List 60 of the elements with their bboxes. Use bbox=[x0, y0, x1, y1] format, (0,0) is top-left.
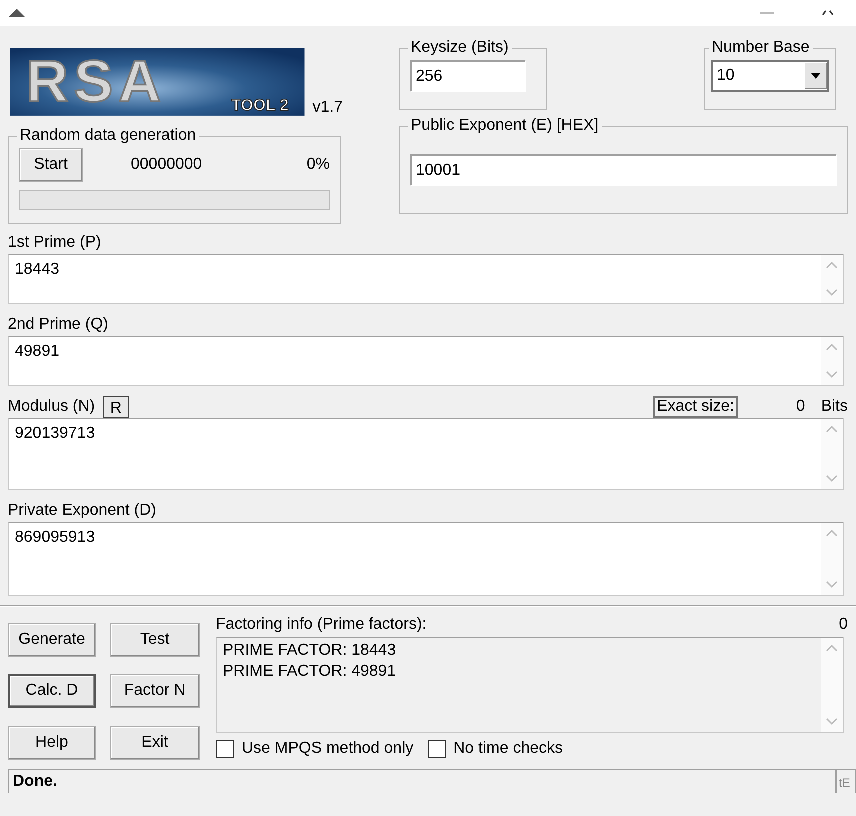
counter-text: 00000000 bbox=[131, 155, 202, 175]
memo-line: PRIME FACTOR: 49891 bbox=[223, 662, 398, 682]
action-button[interactable]: Generate bbox=[8, 623, 96, 657]
memo-line: 18443 bbox=[15, 260, 60, 280]
scroll-up-icon[interactable] bbox=[826, 261, 838, 269]
scroll-down-icon[interactable] bbox=[826, 581, 838, 589]
status-text: Done. bbox=[8, 769, 836, 793]
group-label: Random data generation bbox=[19, 128, 198, 144]
text-area[interactable]: 869095913 bbox=[8, 522, 844, 596]
group-label: Public Exponent (E) [HEX] bbox=[410, 118, 600, 134]
dropdown-value: 10 bbox=[716, 66, 736, 86]
action-button[interactable]: Factor N bbox=[110, 674, 200, 708]
exact-size-value: 0 bbox=[796, 397, 806, 417]
scroll-up-icon[interactable] bbox=[826, 343, 838, 351]
start-button[interactable]: Start bbox=[19, 148, 83, 182]
percent-text: 0% bbox=[306, 155, 330, 175]
action-button[interactable]: Exit bbox=[110, 726, 200, 760]
field-label: 1st Prime (P) bbox=[8, 233, 102, 253]
text-area[interactable]: 920139713 bbox=[8, 418, 844, 490]
app-icon bbox=[8, 8, 26, 18]
minimize-icon[interactable] bbox=[760, 11, 774, 15]
number-base-dropdown[interactable]: 10 bbox=[711, 60, 829, 92]
checkbox-label: No time checks bbox=[454, 739, 563, 759]
factoring-label: Factoring info (Prime factors): bbox=[216, 615, 427, 635]
group-label: Number Base bbox=[711, 40, 811, 56]
text-area[interactable]: 18443 bbox=[8, 254, 844, 304]
memo-line: 869095913 bbox=[15, 528, 96, 548]
checkbox[interactable] bbox=[428, 740, 446, 758]
r-button[interactable]: R bbox=[103, 396, 130, 418]
memo-line: 920139713 bbox=[15, 424, 96, 444]
action-button[interactable]: Test bbox=[110, 623, 200, 657]
scroll-up-icon[interactable] bbox=[826, 644, 838, 652]
unit-label: Bits bbox=[821, 397, 848, 417]
field-label: 2nd Prime (Q) bbox=[8, 315, 108, 335]
logo-subtitle: TOOL 2 bbox=[232, 96, 289, 115]
action-button[interactable]: Help bbox=[8, 726, 96, 760]
caret-icon bbox=[805, 63, 827, 89]
memo-line: PRIME FACTOR: 18443 bbox=[223, 641, 398, 661]
group-label: Keysize (Bits) bbox=[410, 40, 510, 56]
action-button[interactable]: Calc. D bbox=[8, 674, 96, 708]
scroll-up-icon[interactable] bbox=[826, 529, 838, 537]
field-label: Modulus (N) bbox=[8, 397, 96, 417]
field-label: Private Exponent (D) bbox=[8, 501, 157, 521]
text-area[interactable]: 49891 bbox=[8, 336, 844, 386]
memo-line: 49891 bbox=[15, 342, 60, 362]
factor-count: 0 bbox=[839, 615, 848, 635]
exact-size-label: Exact size: bbox=[653, 396, 738, 418]
status-panel: tE bbox=[836, 769, 856, 793]
scroll-down-icon[interactable] bbox=[826, 371, 838, 379]
scroll-down-icon[interactable] bbox=[826, 289, 838, 297]
checkbox-label: Use MPQS method only bbox=[242, 739, 414, 759]
logo-text: RSA bbox=[26, 50, 167, 115]
scroll-down-icon[interactable] bbox=[826, 475, 838, 483]
version-label: v1.7 bbox=[312, 98, 343, 118]
scroll-down-icon[interactable] bbox=[826, 718, 838, 726]
scroll-up-icon[interactable] bbox=[826, 425, 838, 433]
public-exponent-field[interactable]: 10001 bbox=[410, 154, 837, 186]
factoring-info-area[interactable]: PRIME FACTOR: 18443 PRIME FACTOR: 49891 bbox=[216, 637, 844, 733]
checkbox[interactable] bbox=[216, 740, 234, 758]
keysize-field[interactable]: 256 bbox=[410, 60, 526, 92]
